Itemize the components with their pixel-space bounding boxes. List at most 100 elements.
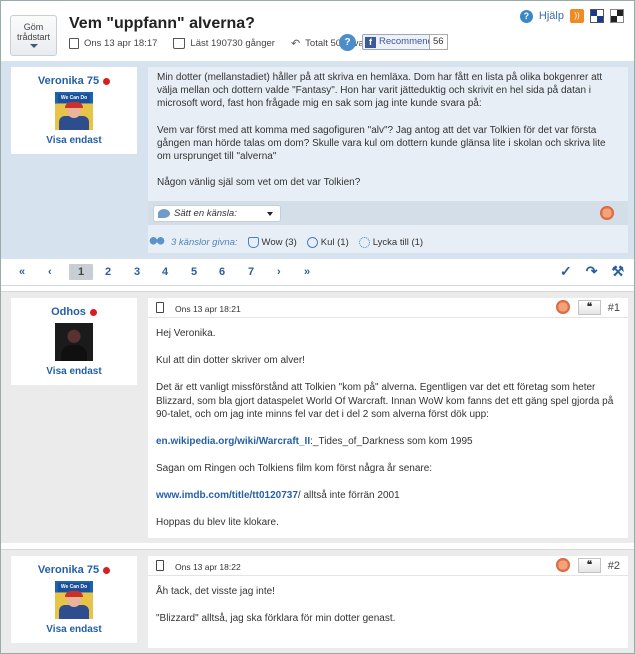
recommend-label: Recommend bbox=[379, 36, 433, 47]
puzzle-icon[interactable] bbox=[610, 9, 624, 23]
post-paragraph: Hoppas du blev lite klokare. bbox=[156, 517, 279, 528]
feeling-lycka-till[interactable]: Lycka till (1) bbox=[358, 236, 424, 248]
post-number[interactable]: #2 bbox=[608, 560, 620, 572]
author-card: Veronika 75 We Can Do It! Visa endast bbox=[11, 67, 137, 154]
prev-page-button[interactable]: ‹ bbox=[48, 266, 52, 278]
post-paragraph: Det är ett vanligt missförstånd att Tolk… bbox=[156, 382, 614, 420]
post-text: Åh tack, det visste jag inte! "Blizzard"… bbox=[148, 576, 628, 645]
report-hand-icon[interactable] bbox=[600, 206, 614, 220]
post-date: Ons 13 apr 18:22 bbox=[175, 562, 241, 572]
checkmark-icon[interactable]: ✓ bbox=[560, 263, 572, 280]
chevron-down-icon bbox=[267, 212, 273, 216]
feeling-bar: Sätt en känsla: bbox=[148, 201, 628, 225]
phone-icon bbox=[156, 560, 164, 571]
recommend-count: 56 bbox=[429, 34, 448, 50]
feeling-label: Lycka till (1) bbox=[372, 236, 424, 248]
question-paragraph: Min dotter (mellanstadiet) håller på att… bbox=[157, 72, 603, 110]
thread-total-replies: Totalt 501 svar bbox=[305, 38, 367, 49]
show-only-link[interactable]: Visa endast bbox=[11, 135, 137, 146]
post-text: Hej Veronika. Kul att din dotter skriver… bbox=[148, 318, 628, 549]
quote-button[interactable]: ❝ bbox=[578, 300, 601, 315]
feeling-wow[interactable]: Wow (3) bbox=[247, 236, 297, 248]
show-only-link[interactable]: Visa endast bbox=[11, 624, 137, 635]
help-icon: ? bbox=[519, 9, 533, 23]
thread-header: Göm trådstart Vem "uppfann" alverna? Ons… bbox=[1, 1, 634, 61]
report-hand-icon[interactable] bbox=[556, 300, 570, 314]
wikipedia-link[interactable]: en.wikipedia.org/wiki/Warcraft_II bbox=[156, 436, 310, 447]
thread-meta: Ons 13 apr 18:17 Läst 190730 gånger ↶ To… bbox=[69, 37, 367, 50]
chevron-down-icon bbox=[29, 44, 38, 48]
author-card: Odhos Visa endast bbox=[11, 298, 137, 385]
imdb-link[interactable]: www.imdb.com/title/tt0120737 bbox=[156, 490, 298, 501]
help-link[interactable]: Hjälp bbox=[539, 10, 564, 22]
question-paragraph: Vem var först med att komma med sagofigu… bbox=[157, 124, 606, 163]
page-6[interactable]: 6 bbox=[219, 266, 225, 278]
hide-thread-start-button[interactable]: Göm trådstart bbox=[10, 15, 57, 56]
page-7[interactable]: 7 bbox=[248, 266, 254, 278]
question-text: Min dotter (mellanstadiet) håller på att… bbox=[157, 71, 622, 202]
post-paragraph: "Blizzard" alltså, jag ska förklara för … bbox=[156, 613, 396, 624]
page-5[interactable]: 5 bbox=[191, 266, 197, 278]
page-4[interactable]: 4 bbox=[162, 266, 168, 278]
feelings-given: 3 känslor givna: bbox=[148, 236, 238, 248]
page-2[interactable]: 2 bbox=[105, 266, 111, 278]
author-card: Veronika 75 We Can Do It! Visa endast bbox=[11, 556, 137, 643]
feeling-select[interactable]: Sätt en känsla: bbox=[153, 205, 281, 222]
reply-body: Ons 13 apr 18:21 ❝ #1 Hej Veronika. Kul … bbox=[148, 298, 628, 538]
facebook-recommend-button[interactable]: f Recommend bbox=[362, 34, 439, 50]
feelings-summary: 3 känslor givna: Wow (3) Kul (1) Lycka t… bbox=[148, 236, 423, 248]
sun-icon bbox=[358, 236, 370, 248]
share-icon[interactable] bbox=[590, 9, 604, 23]
facebook-icon: f bbox=[365, 36, 376, 48]
offline-status-icon bbox=[103, 77, 111, 85]
post-date: Ons 13 apr 18:21 bbox=[175, 304, 241, 314]
reply-arrow-icon: ↶ bbox=[290, 38, 301, 50]
post-header: Ons 13 apr 18:21 ❝ #1 bbox=[148, 298, 628, 318]
pagination: « ‹ 1 2 3 4 5 6 7 › » ✓ ↷ ⚒ bbox=[1, 259, 634, 286]
question-icon[interactable]: ? bbox=[339, 34, 356, 51]
post-number[interactable]: #1 bbox=[608, 302, 620, 314]
next-page-button[interactable]: › bbox=[277, 266, 281, 278]
author-name: Veronika 75 bbox=[37, 564, 100, 576]
page-3[interactable]: 3 bbox=[134, 266, 140, 278]
avatar[interactable] bbox=[55, 323, 93, 361]
post-paragraph: Åh tack, det visste jag inte! bbox=[156, 586, 275, 597]
group-icon bbox=[148, 236, 166, 248]
feelings-given-label: 3 känslor givna: bbox=[171, 236, 238, 248]
show-only-link[interactable]: Visa endast bbox=[11, 366, 137, 377]
post-paragraph: en.wikipedia.org/wiki/Warcraft_II:_Tides… bbox=[156, 435, 620, 449]
rss-icon[interactable]: )) bbox=[570, 9, 584, 23]
post-header: Ons 13 apr 18:22 ❝ #2 bbox=[148, 556, 628, 576]
question-paragraph: Någon vänlig själ som vet om det var Tol… bbox=[157, 177, 361, 189]
offline-status-icon bbox=[103, 566, 111, 574]
report-hand-icon[interactable] bbox=[556, 558, 570, 572]
avatar[interactable]: We Can Do It! bbox=[55, 92, 93, 130]
reply-post: Veronika 75 We Can Do It! Visa endast On… bbox=[1, 549, 634, 653]
speech-bubble-icon bbox=[158, 209, 170, 218]
trophy-icon bbox=[247, 236, 259, 248]
thread-read-count: Läst 190730 gånger bbox=[190, 38, 275, 49]
author-name-link[interactable]: Odhos bbox=[51, 306, 97, 318]
hide-start-label-1: Göm bbox=[23, 22, 44, 32]
post-paragraph: Sagan om Ringen och Tolkiens film kom fö… bbox=[156, 463, 433, 474]
redo-arrow-icon[interactable]: ↷ bbox=[586, 263, 598, 280]
feeling-label: Kul (1) bbox=[320, 236, 349, 248]
book-icon bbox=[173, 38, 186, 49]
hide-start-label-2: trådstart bbox=[16, 32, 50, 42]
post-paragraph: Kul att din dotter skriver om alver! bbox=[156, 355, 305, 366]
post-paragraph: Hej Veronika. bbox=[156, 328, 216, 339]
quote-button[interactable]: ❝ bbox=[578, 558, 601, 573]
page-1[interactable]: 1 bbox=[69, 264, 93, 280]
feeling-label: Wow (3) bbox=[261, 236, 297, 248]
author-name-link[interactable]: Veronika 75 bbox=[37, 75, 111, 87]
thread-date: Ons 13 apr 18:17 bbox=[84, 38, 158, 49]
author-name-link[interactable]: Veronika 75 bbox=[37, 564, 111, 576]
avatar[interactable]: We Can Do It! bbox=[55, 581, 93, 619]
tools-icon[interactable]: ⚒ bbox=[611, 263, 624, 280]
first-page-button[interactable]: « bbox=[19, 266, 25, 278]
link-suffix: :_Tides_of_Darkness som kom 1995 bbox=[310, 436, 473, 447]
link-suffix: / alltså inte förrän 2001 bbox=[297, 490, 400, 501]
last-page-button[interactable]: » bbox=[304, 266, 310, 278]
feeling-kul[interactable]: Kul (1) bbox=[306, 236, 349, 248]
author-name: Veronika 75 bbox=[37, 75, 100, 87]
